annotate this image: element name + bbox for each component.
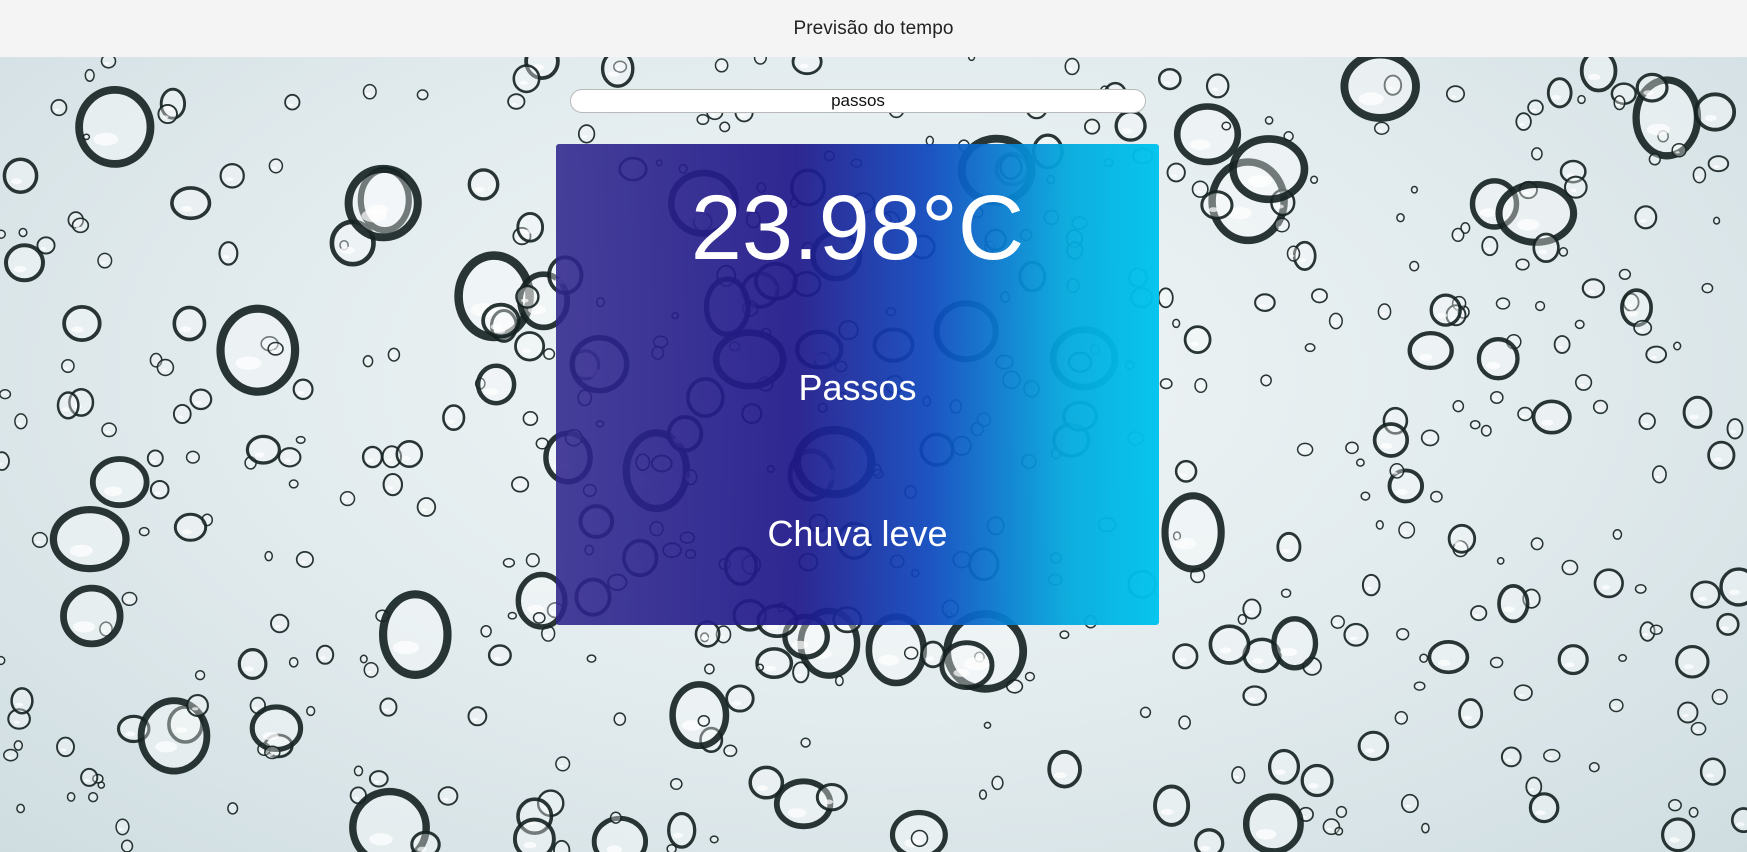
city-name: Passos <box>798 367 917 408</box>
temperature-value: 23.98°C <box>690 177 1025 279</box>
weather-description: Chuva leve <box>767 513 948 554</box>
app-header: Previsão do tempo <box>0 0 1747 57</box>
search-bar[interactable] <box>570 89 1146 113</box>
city-search-input[interactable] <box>570 89 1146 113</box>
weather-app: Previsão do tempo 23.98°C Passos Chuva l… <box>0 0 1747 852</box>
page-title: Previsão do tempo <box>793 17 954 39</box>
weather-card: 23.98°C Passos Chuva leve <box>556 144 1159 625</box>
